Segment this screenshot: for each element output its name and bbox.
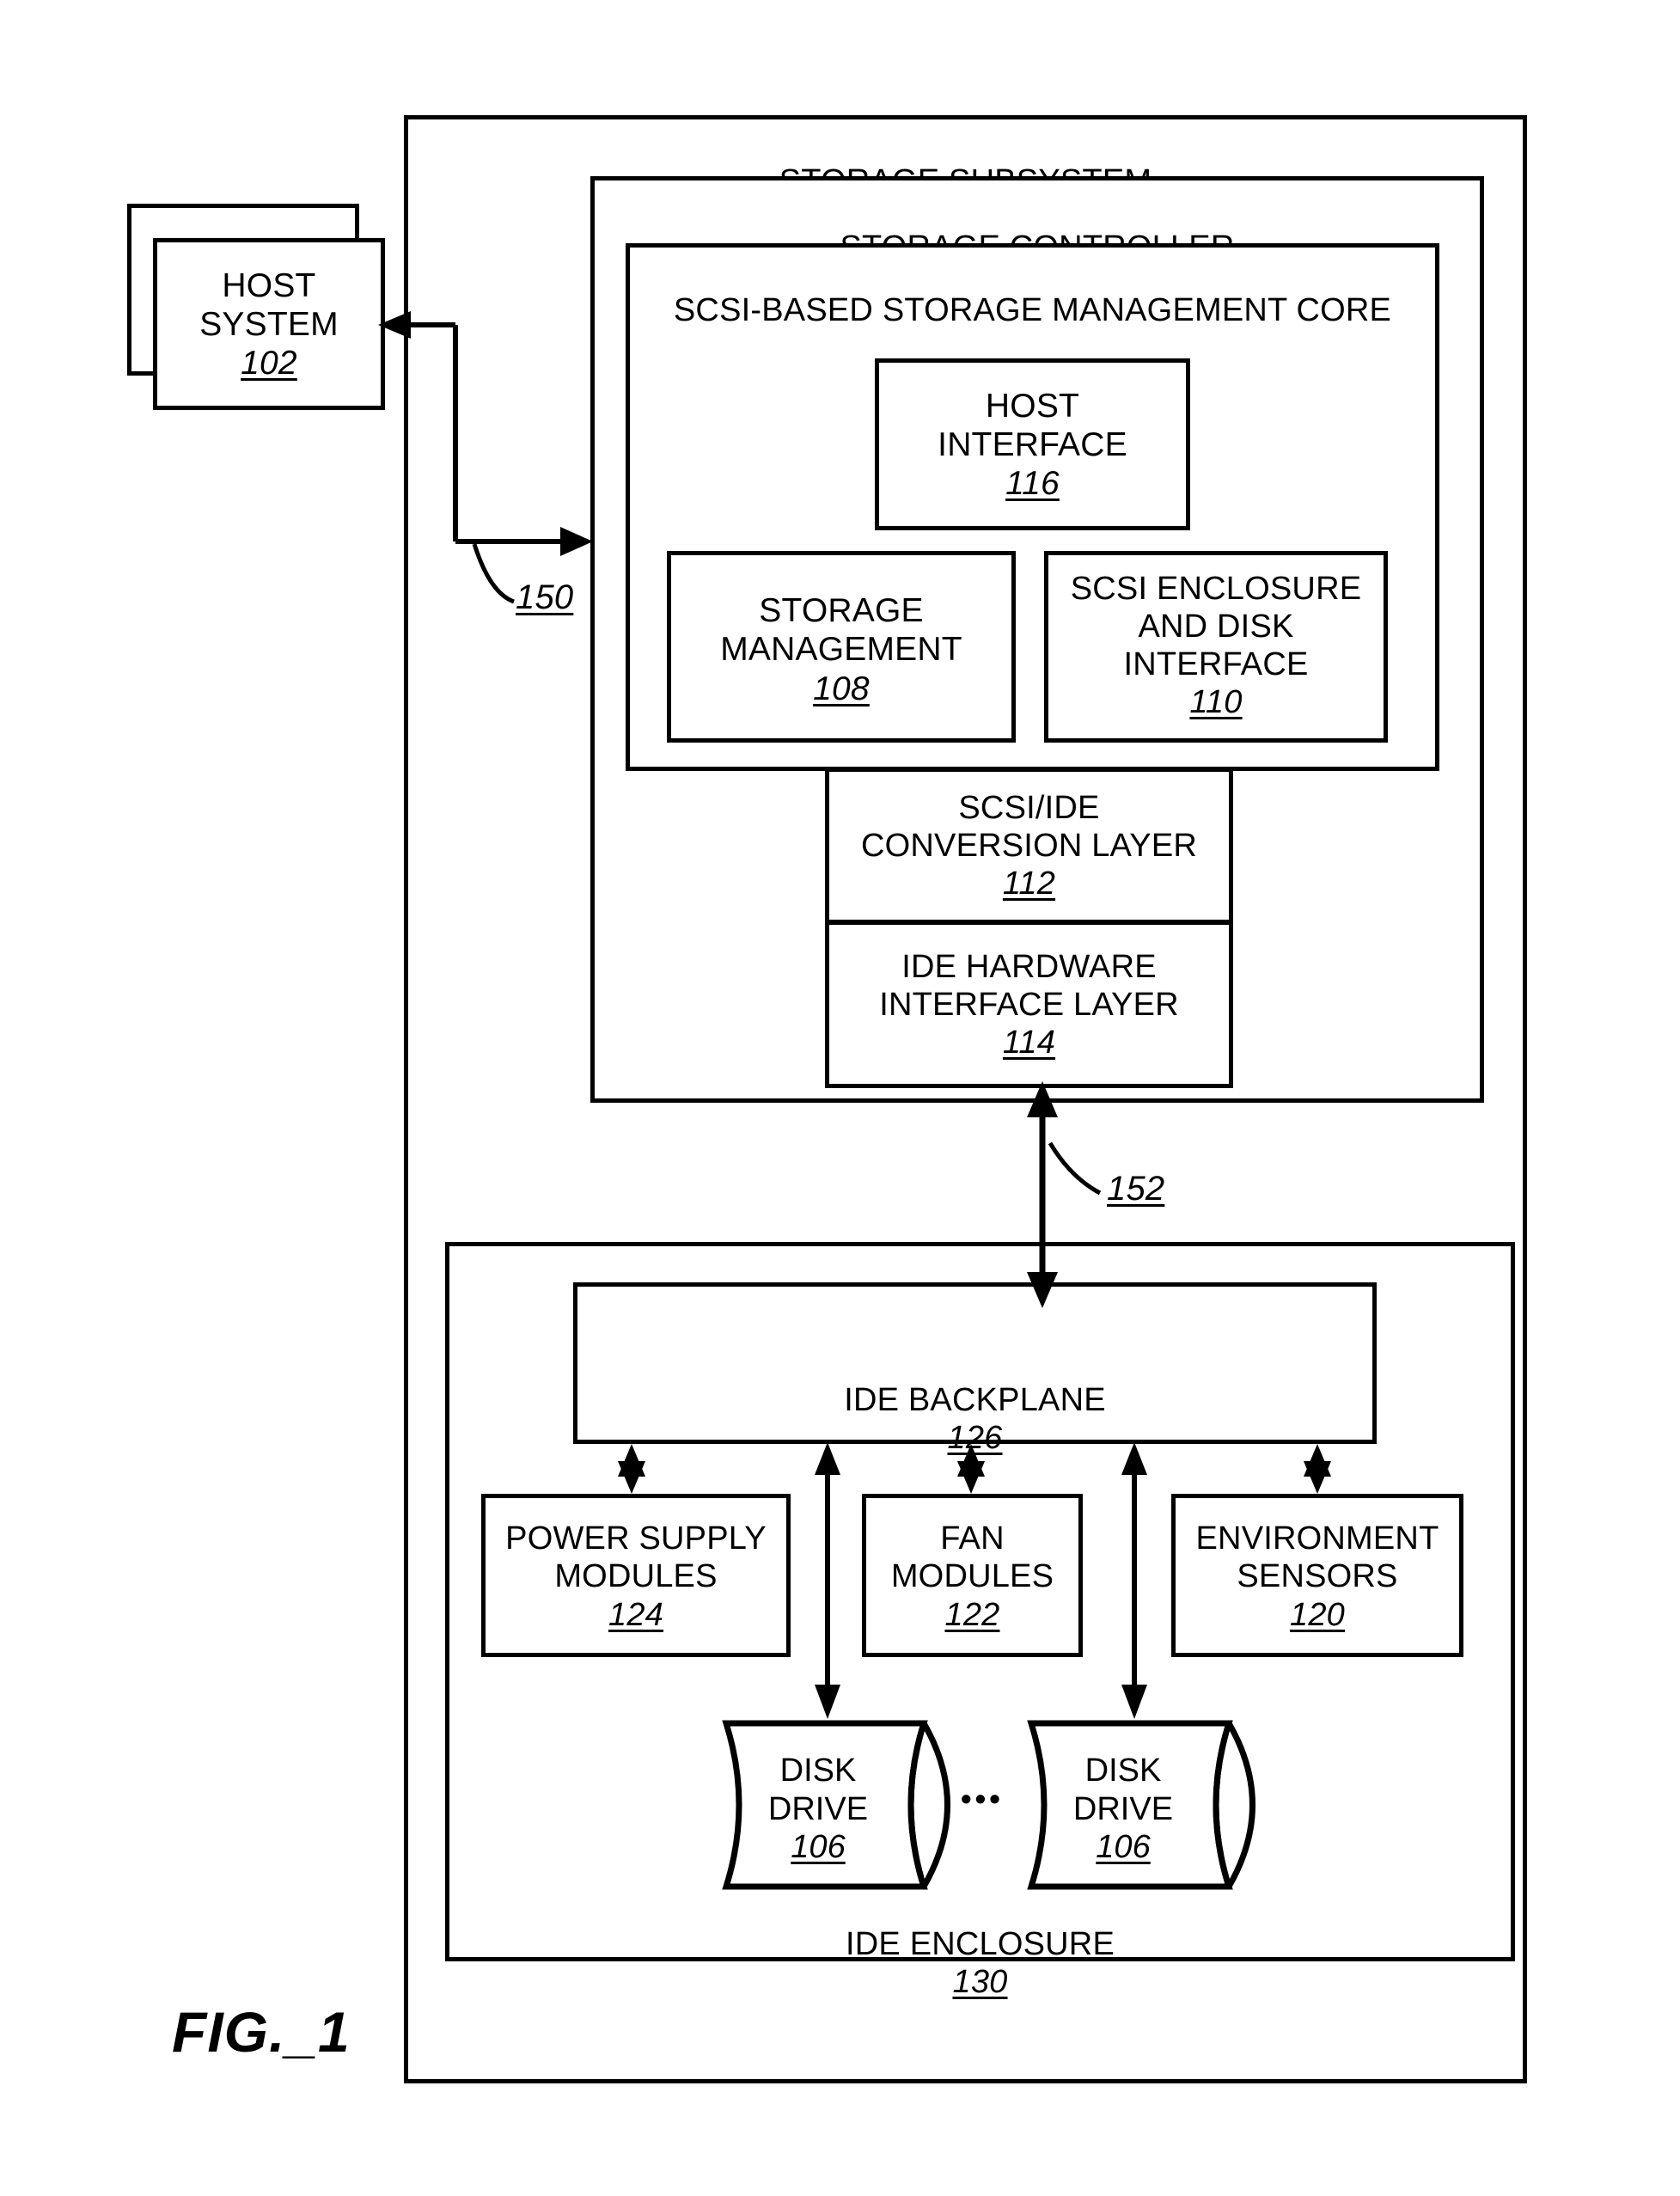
ide-hardware-layer-line1: IDE HARDWARE [901,948,1157,985]
storage-management-ref: 108 [813,670,870,707]
environment-sensors-line2: SENSORS [1237,1558,1398,1595]
storage-management-label: STORAGE MANAGEMENT 108 [667,568,1016,731]
disk-drive-right-line2: DRIVE [1072,1790,1174,1827]
host-interface-line1: HOST [985,387,1080,425]
fan-modules-line2: MODULES [890,1558,1054,1595]
connector-150-ref: 150 [516,578,574,616]
ide-backplane-label: IDE BACKPLANE 126 [573,1343,1377,1457]
storage-management-line2: MANAGEMENT [720,631,962,669]
scsi-enclosure-line2: AND DISK [1138,608,1294,645]
conversion-layer-ref: 112 [1002,866,1056,902]
patent-figure-page: HOST SYSTEM 102 STORAGE SUBSYSTEM 100 ST… [0,0,1680,2196]
management-core-title: SCSI-BASED STORAGE MANAGEMENT CORE [673,292,1392,329]
disk-drive-left-line2: DRIVE [767,1790,869,1827]
ide-enclosure-ref: 130 [952,1964,1008,2001]
host-interface-label: HOST INTERFACE 116 [875,370,1190,520]
conversion-layer-line2: CONVERSION LAYER [860,827,1198,864]
power-supply-line1: POWER SUPPLY [505,1520,767,1557]
ide-hardware-layer-line2: INTERFACE LAYER [879,986,1179,1023]
conversion-layer-label: SCSI/IDE CONVERSION LAYER 112 [825,778,1233,914]
ide-enclosure-label: IDE ENCLOSURE 130 [445,1887,1515,2001]
disk-drive-left-line1: DISK [779,1752,857,1789]
power-supply-ref: 124 [608,1596,663,1633]
scsi-enclosure-ref: 110 [1189,684,1243,721]
fan-modules-label: FAN MODULES 122 [855,1506,1090,1648]
environment-sensors-label: ENVIRONMENT SENSORS 120 [1164,1506,1470,1648]
environment-sensors-line1: ENVIRONMENT [1195,1520,1439,1557]
fan-modules-ref: 122 [944,1596,1000,1633]
ide-backplane-ref: 126 [947,1420,1003,1457]
host-system-ref: 102 [241,345,297,382]
disk-drive-left-label: DISK DRIVE 106 [732,1745,904,1874]
host-system-line2: SYSTEM [199,305,339,343]
ide-enclosure-title: IDE ENCLOSURE [845,1926,1115,1963]
disk-drive-right-line1: DISK [1084,1752,1162,1789]
scsi-enclosure-line3: INTERFACE [1123,646,1309,682]
host-system-label: HOST SYSTEM 102 [153,249,385,400]
host-interface-ref: 116 [1005,465,1060,503]
environment-sensors-ref: 120 [1289,1596,1345,1633]
power-supply-line2: MODULES [554,1558,718,1595]
connector-152-ref: 152 [1107,1170,1165,1208]
scsi-enclosure-disk-interface-label: SCSI ENCLOSURE AND DISK INTERFACE 110 [1041,555,1391,736]
disk-drive-left-ref: 106 [791,1829,846,1866]
host-interface-line2: INTERFACE [938,425,1127,463]
disk-drive-right-label: DISK DRIVE 106 [1037,1745,1209,1874]
disk-drive-right-ref: 106 [1096,1829,1151,1866]
ide-backplane-title: IDE BACKPLANE [844,1382,1106,1419]
figure-caption: FIG._1 [172,2000,351,2064]
conversion-layer-line1: SCSI/IDE [958,789,1100,826]
ide-hardware-layer-ref: 114 [1002,1025,1056,1061]
ide-hardware-layer-label: IDE HARDWARE INTERFACE LAYER 114 [825,933,1233,1077]
storage-management-line1: STORAGE [759,592,924,630]
scsi-enclosure-line1: SCSI ENCLOSURE [1070,570,1362,607]
power-supply-modules-label: POWER SUPPLY MODULES 124 [474,1506,797,1648]
disk-drive-ellipsis: ••• [961,1781,1004,1816]
host-system-line1: HOST [222,266,316,304]
fan-modules-line1: FAN [940,1520,1005,1557]
